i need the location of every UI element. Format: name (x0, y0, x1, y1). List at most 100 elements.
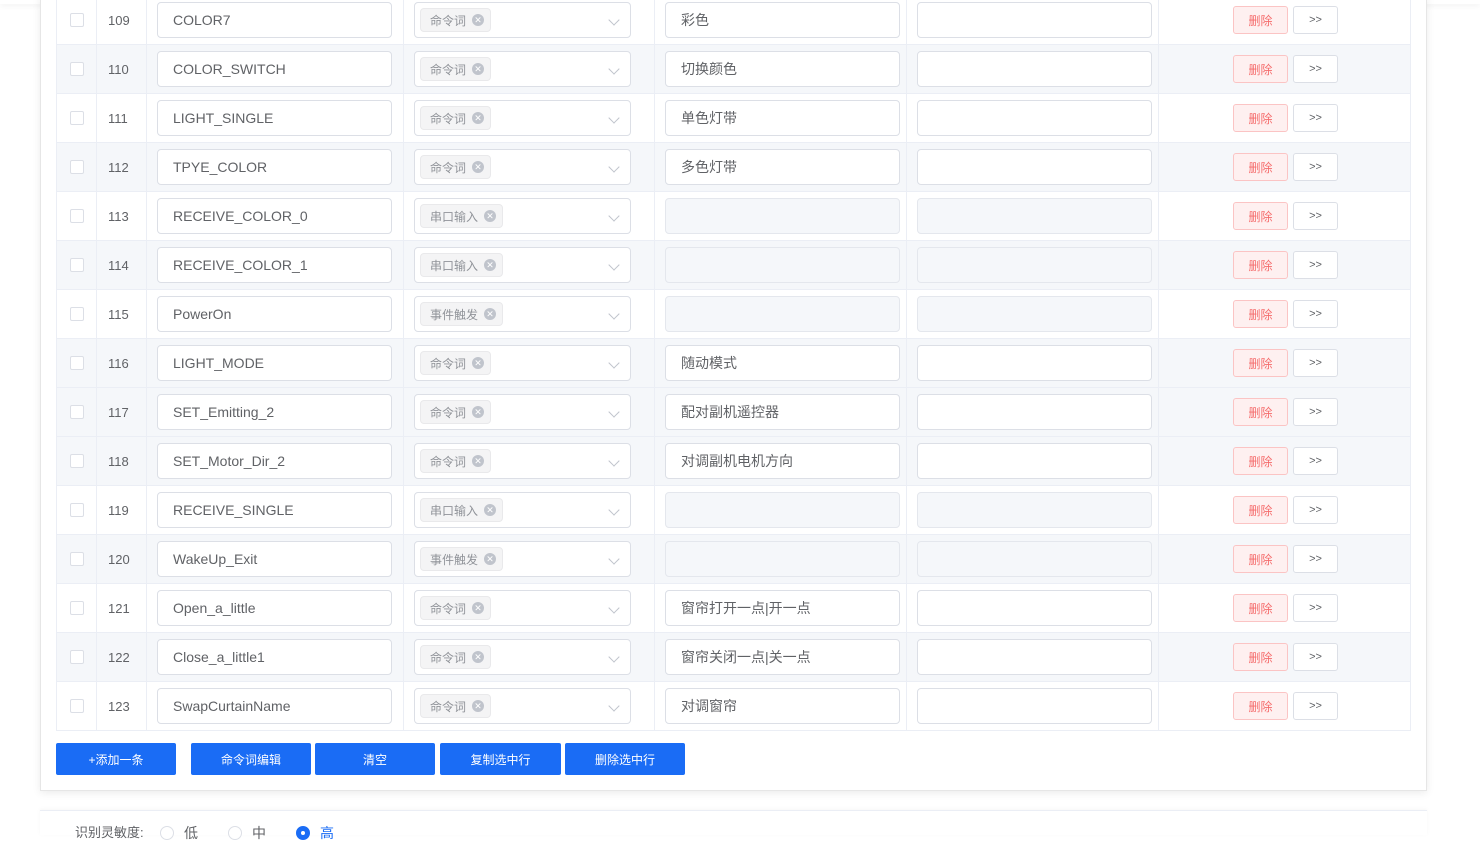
name-input[interactable]: LIGHT_SINGLE (157, 100, 392, 136)
row-checkbox[interactable] (69, 552, 84, 566)
type-select[interactable]: 命令词 ✕ (414, 639, 631, 675)
copy-selected-button[interactable]: 复制选中行 (440, 743, 561, 775)
close-icon[interactable]: ✕ (472, 161, 485, 173)
command-input[interactable]: 随动模式 (665, 345, 900, 381)
row-checkbox[interactable] (69, 503, 84, 517)
command-input[interactable]: 切换颜色 (665, 51, 900, 87)
close-icon[interactable]: ✕ (484, 553, 497, 565)
command-input[interactable]: 单色灯带 (665, 100, 900, 136)
name-input[interactable]: RECEIVE_SINGLE (157, 492, 392, 528)
name-input[interactable]: SET_Emitting_2 (157, 394, 392, 430)
close-icon[interactable]: ✕ (472, 700, 485, 712)
edit-commands-button[interactable]: 命令词编辑 (191, 743, 311, 775)
row-checkbox[interactable] (69, 356, 84, 370)
expand-button[interactable]: >> (1293, 398, 1338, 426)
type-select[interactable]: 命令词 ✕ (414, 2, 631, 38)
extra-input[interactable] (917, 394, 1152, 430)
name-input[interactable]: Open_a_little (157, 590, 392, 626)
expand-button[interactable]: >> (1293, 545, 1338, 573)
expand-button[interactable]: >> (1293, 153, 1338, 181)
delete-button[interactable]: 删除 (1233, 496, 1288, 524)
delete-button[interactable]: 删除 (1233, 6, 1288, 34)
row-checkbox[interactable] (69, 307, 84, 321)
expand-button[interactable]: >> (1293, 55, 1338, 83)
close-icon[interactable]: ✕ (472, 112, 485, 124)
expand-button[interactable]: >> (1293, 349, 1338, 377)
command-input[interactable]: 对调窗帘 (665, 688, 900, 724)
name-input[interactable]: COLOR7 (157, 2, 392, 38)
row-checkbox[interactable] (69, 601, 84, 615)
row-checkbox[interactable] (69, 111, 84, 125)
name-input[interactable]: PowerOn (157, 296, 392, 332)
delete-button[interactable]: 删除 (1233, 251, 1288, 279)
extra-input[interactable] (917, 639, 1152, 675)
delete-button[interactable]: 删除 (1233, 349, 1288, 377)
name-input[interactable]: Close_a_little1 (157, 639, 392, 675)
delete-button[interactable]: 删除 (1233, 104, 1288, 132)
type-select[interactable]: 事件触发 ✕ (414, 296, 631, 332)
add-row-button[interactable]: +添加一条 (56, 743, 176, 775)
name-input[interactable]: WakeUp_Exit (157, 541, 392, 577)
name-input[interactable]: SET_Motor_Dir_2 (157, 443, 392, 479)
extra-input[interactable] (917, 51, 1152, 87)
command-input[interactable]: 配对副机遥控器 (665, 394, 900, 430)
command-input[interactable]: 窗帘打开一点|开一点 (665, 590, 900, 626)
type-select[interactable]: 命令词 ✕ (414, 443, 631, 479)
name-input[interactable]: LIGHT_MODE (157, 345, 392, 381)
extra-input[interactable] (917, 100, 1152, 136)
row-checkbox[interactable] (69, 13, 84, 27)
row-checkbox[interactable] (69, 405, 84, 419)
expand-button[interactable]: >> (1293, 300, 1338, 328)
expand-button[interactable]: >> (1293, 202, 1338, 230)
close-icon[interactable]: ✕ (472, 14, 485, 26)
expand-button[interactable]: >> (1293, 6, 1338, 34)
type-select[interactable]: 命令词 ✕ (414, 51, 631, 87)
type-select[interactable]: 命令词 ✕ (414, 149, 631, 185)
type-select[interactable]: 命令词 ✕ (414, 590, 631, 626)
name-input[interactable]: COLOR_SWITCH (157, 51, 392, 87)
command-input[interactable]: 彩色 (665, 2, 900, 38)
name-input[interactable]: SwapCurtainName (157, 688, 392, 724)
close-icon[interactable]: ✕ (484, 308, 497, 320)
type-select[interactable]: 命令词 ✕ (414, 688, 631, 724)
clear-button[interactable]: 清空 (315, 743, 435, 775)
expand-button[interactable]: >> (1293, 447, 1338, 475)
row-checkbox[interactable] (69, 209, 84, 223)
delete-button[interactable]: 删除 (1233, 202, 1288, 230)
delete-selected-button[interactable]: 删除选中行 (565, 743, 685, 775)
delete-button[interactable]: 删除 (1233, 594, 1288, 622)
type-select[interactable]: 串口输入 ✕ (414, 247, 631, 283)
type-select[interactable]: 命令词 ✕ (414, 100, 631, 136)
command-input[interactable]: 对调副机电机方向 (665, 443, 900, 479)
name-input[interactable]: RECEIVE_COLOR_1 (157, 247, 392, 283)
delete-button[interactable]: 删除 (1233, 545, 1288, 573)
name-input[interactable]: TPYE_COLOR (157, 149, 392, 185)
expand-button[interactable]: >> (1293, 104, 1338, 132)
expand-button[interactable]: >> (1293, 643, 1338, 671)
close-icon[interactable]: ✕ (484, 259, 497, 271)
delete-button[interactable]: 删除 (1233, 153, 1288, 181)
name-input[interactable]: RECEIVE_COLOR_0 (157, 198, 392, 234)
delete-button[interactable]: 删除 (1233, 398, 1288, 426)
sensitivity-low-radio[interactable]: 低 (160, 823, 198, 843)
close-icon[interactable]: ✕ (484, 504, 497, 516)
extra-input[interactable] (917, 590, 1152, 626)
row-checkbox[interactable] (69, 650, 84, 664)
close-icon[interactable]: ✕ (472, 357, 485, 369)
close-icon[interactable]: ✕ (484, 210, 497, 222)
extra-input[interactable] (917, 149, 1152, 185)
extra-input[interactable] (917, 2, 1152, 38)
expand-button[interactable]: >> (1293, 251, 1338, 279)
command-input[interactable]: 多色灯带 (665, 149, 900, 185)
command-input[interactable]: 窗帘关闭一点|关一点 (665, 639, 900, 675)
row-checkbox[interactable] (69, 160, 84, 174)
delete-button[interactable]: 删除 (1233, 447, 1288, 475)
type-select[interactable]: 命令词 ✕ (414, 394, 631, 430)
expand-button[interactable]: >> (1293, 594, 1338, 622)
row-checkbox[interactable] (69, 258, 84, 272)
type-select[interactable]: 命令词 ✕ (414, 345, 631, 381)
extra-input[interactable] (917, 688, 1152, 724)
row-checkbox[interactable] (69, 62, 84, 76)
extra-input[interactable] (917, 345, 1152, 381)
expand-button[interactable]: >> (1293, 692, 1338, 720)
